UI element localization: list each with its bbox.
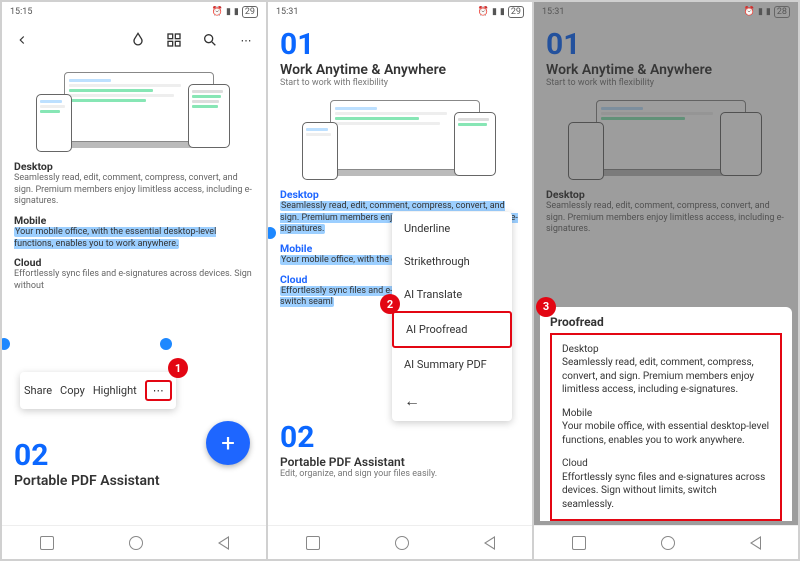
status-bar: 15:31 ⏰ ▮ ▮ 28 bbox=[534, 2, 798, 22]
panel-1: 15:15 ⏰ ▮ ▮ 29 ⋯ Desktop Seamlessl bbox=[2, 2, 266, 559]
num-01: 01 bbox=[280, 30, 520, 60]
nav-home-icon[interactable] bbox=[129, 536, 143, 550]
step-badge-3: 3 bbox=[536, 297, 556, 317]
status-time: 15:31 bbox=[542, 7, 744, 17]
nav-back-icon[interactable] bbox=[484, 536, 495, 550]
desktop-text: Seamlessly read, edit, comment, compress… bbox=[14, 173, 254, 208]
pr-mobile-text: Your mobile office, with essential deskt… bbox=[562, 420, 770, 447]
mobile-label: Mobile bbox=[14, 214, 254, 227]
ai-translate-option[interactable]: AI Translate bbox=[392, 278, 512, 311]
num-02: 02 bbox=[14, 441, 160, 471]
alarm-icon: ⏰ bbox=[478, 7, 489, 17]
num-01: 01 bbox=[546, 30, 786, 60]
sec-title: Work Anytime & Anywhere bbox=[546, 62, 786, 78]
devices-illustration bbox=[546, 94, 786, 182]
cloud-text: Effortlessly sync files and e-signatures… bbox=[14, 269, 254, 292]
wifi-icon: ▮ bbox=[758, 7, 763, 17]
highlight-option[interactable]: Highlight bbox=[93, 384, 137, 397]
proofread-panel: 3 Proofread Desktop Seamlessly read, edi… bbox=[540, 307, 792, 522]
toolbar: ⋯ bbox=[2, 22, 266, 58]
status-time: 15:31 bbox=[276, 7, 478, 17]
sec-sub: Start to work with flexibility bbox=[546, 78, 786, 88]
pr-cloud-text: Effortlessly sync files and e-signatures… bbox=[562, 471, 770, 512]
nav-back-icon[interactable] bbox=[750, 536, 761, 550]
back-button[interactable] bbox=[12, 30, 32, 50]
nav-recent-icon[interactable] bbox=[40, 536, 54, 550]
proofread-body: Desktop Seamlessly read, edit, comment, … bbox=[550, 333, 782, 522]
status-time: 15:15 bbox=[10, 7, 212, 17]
nav-bar bbox=[534, 525, 798, 559]
ai-proofread-option[interactable]: AI Proofread bbox=[392, 311, 512, 348]
desktop-label: Desktop bbox=[280, 188, 520, 201]
selection-handle-left[interactable] bbox=[268, 227, 276, 239]
content-2: 01 Work Anytime & Anywhere Start to work… bbox=[268, 22, 532, 525]
pr-desktop-text: Seamlessly read, edit, comment, compress… bbox=[562, 356, 770, 397]
drop-icon[interactable] bbox=[128, 30, 148, 50]
status-icons: ⏰ ▮ ▮ 29 bbox=[478, 6, 524, 18]
wifi-icon: ▮ bbox=[226, 7, 231, 17]
nav-home-icon[interactable] bbox=[661, 536, 675, 550]
underline-option[interactable]: Underline bbox=[392, 212, 512, 245]
desktop-label: Desktop bbox=[14, 160, 254, 173]
nav-bar bbox=[268, 525, 532, 559]
share-option[interactable]: Share bbox=[24, 384, 52, 397]
copy-option[interactable]: Copy bbox=[60, 384, 85, 397]
cloud-label: Cloud bbox=[14, 256, 254, 269]
more-option[interactable]: ⋯ bbox=[145, 380, 172, 401]
status-icons: ⏰ ▮ ▮ 28 bbox=[744, 6, 790, 18]
sec2-title: Portable PDF Assistant bbox=[280, 455, 520, 469]
pr-desktop-label: Desktop bbox=[562, 343, 770, 357]
text-context-menu: Share Copy Highlight ⋯ bbox=[20, 372, 176, 409]
selection-handle-left[interactable] bbox=[2, 338, 10, 350]
signal-icon: ▮ bbox=[234, 7, 239, 17]
status-bar: 15:31 ⏰ ▮ ▮ 29 bbox=[268, 2, 532, 22]
step-badge-2: 2 bbox=[380, 294, 400, 314]
battery-level: 29 bbox=[242, 6, 258, 18]
step-badge-1: 1 bbox=[168, 358, 188, 378]
nav-recent-icon[interactable] bbox=[572, 536, 586, 550]
search-icon[interactable] bbox=[200, 30, 220, 50]
sec2-sub: Edit, organize, and sign your files easi… bbox=[280, 469, 520, 479]
grid-icon[interactable] bbox=[164, 30, 184, 50]
pr-cloud-label: Cloud bbox=[562, 457, 770, 471]
num-02: 02 bbox=[280, 423, 520, 453]
overflow-menu: Underline Strikethrough AI Translate AI … bbox=[392, 212, 512, 421]
nav-bar bbox=[2, 525, 266, 559]
signal-icon: ▮ bbox=[500, 7, 505, 17]
nav-home-icon[interactable] bbox=[395, 536, 409, 550]
selection-handle-right[interactable] bbox=[160, 338, 172, 350]
desktop-text: Seamlessly read, edit, comment, compress… bbox=[546, 201, 786, 236]
battery-level: 28 bbox=[774, 6, 790, 18]
panel-3: 15:31 ⏰ ▮ ▮ 28 01 Work Anytime & Anywher… bbox=[534, 2, 798, 559]
section-02: 02 Portable PDF Assistant Edit, organize… bbox=[280, 423, 520, 485]
wifi-icon: ▮ bbox=[492, 7, 497, 17]
more-icon[interactable]: ⋯ bbox=[236, 30, 256, 50]
proofread-title: Proofread bbox=[550, 315, 782, 329]
status-bar: 15:15 ⏰ ▮ ▮ 29 bbox=[2, 2, 266, 22]
fab-add-button[interactable]: + bbox=[206, 421, 250, 465]
nav-back-icon[interactable] bbox=[218, 536, 229, 550]
panel-2: 15:31 ⏰ ▮ ▮ 29 01 Work Anytime & Anywher… bbox=[268, 2, 532, 559]
mobile-text: Your mobile office, with the essential d… bbox=[14, 227, 254, 250]
sec2-title: Portable PDF Assistant bbox=[14, 473, 160, 489]
nav-recent-icon[interactable] bbox=[306, 536, 320, 550]
sec-sub: Start to work with flexibility bbox=[280, 78, 520, 88]
menu-back-icon[interactable]: ← bbox=[392, 381, 512, 421]
battery-level: 29 bbox=[508, 6, 524, 18]
devices-illustration bbox=[280, 94, 520, 182]
section-02: 02 Portable PDF Assistant bbox=[14, 441, 160, 489]
sec-title: Work Anytime & Anywhere bbox=[280, 62, 520, 78]
signal-icon: ▮ bbox=[766, 7, 771, 17]
devices-illustration bbox=[14, 66, 254, 154]
strikethrough-option[interactable]: Strikethrough bbox=[392, 245, 512, 278]
alarm-icon: ⏰ bbox=[744, 7, 755, 17]
pr-mobile-label: Mobile bbox=[562, 407, 770, 421]
alarm-icon: ⏰ bbox=[212, 7, 223, 17]
desktop-label: Desktop bbox=[546, 188, 786, 201]
content-1: Desktop Seamlessly read, edit, comment, … bbox=[2, 58, 266, 525]
ai-summary-option[interactable]: AI Summary PDF bbox=[392, 348, 512, 381]
status-icons: ⏰ ▮ ▮ 29 bbox=[212, 6, 258, 18]
